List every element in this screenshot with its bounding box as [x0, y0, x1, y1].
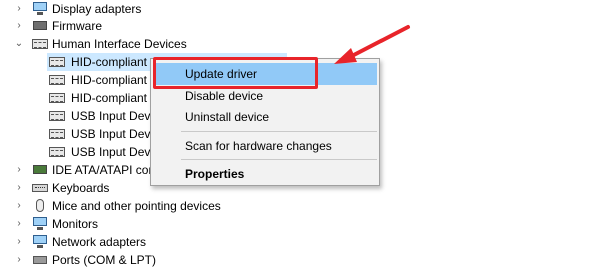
annotation-arrow-icon [334, 25, 410, 64]
